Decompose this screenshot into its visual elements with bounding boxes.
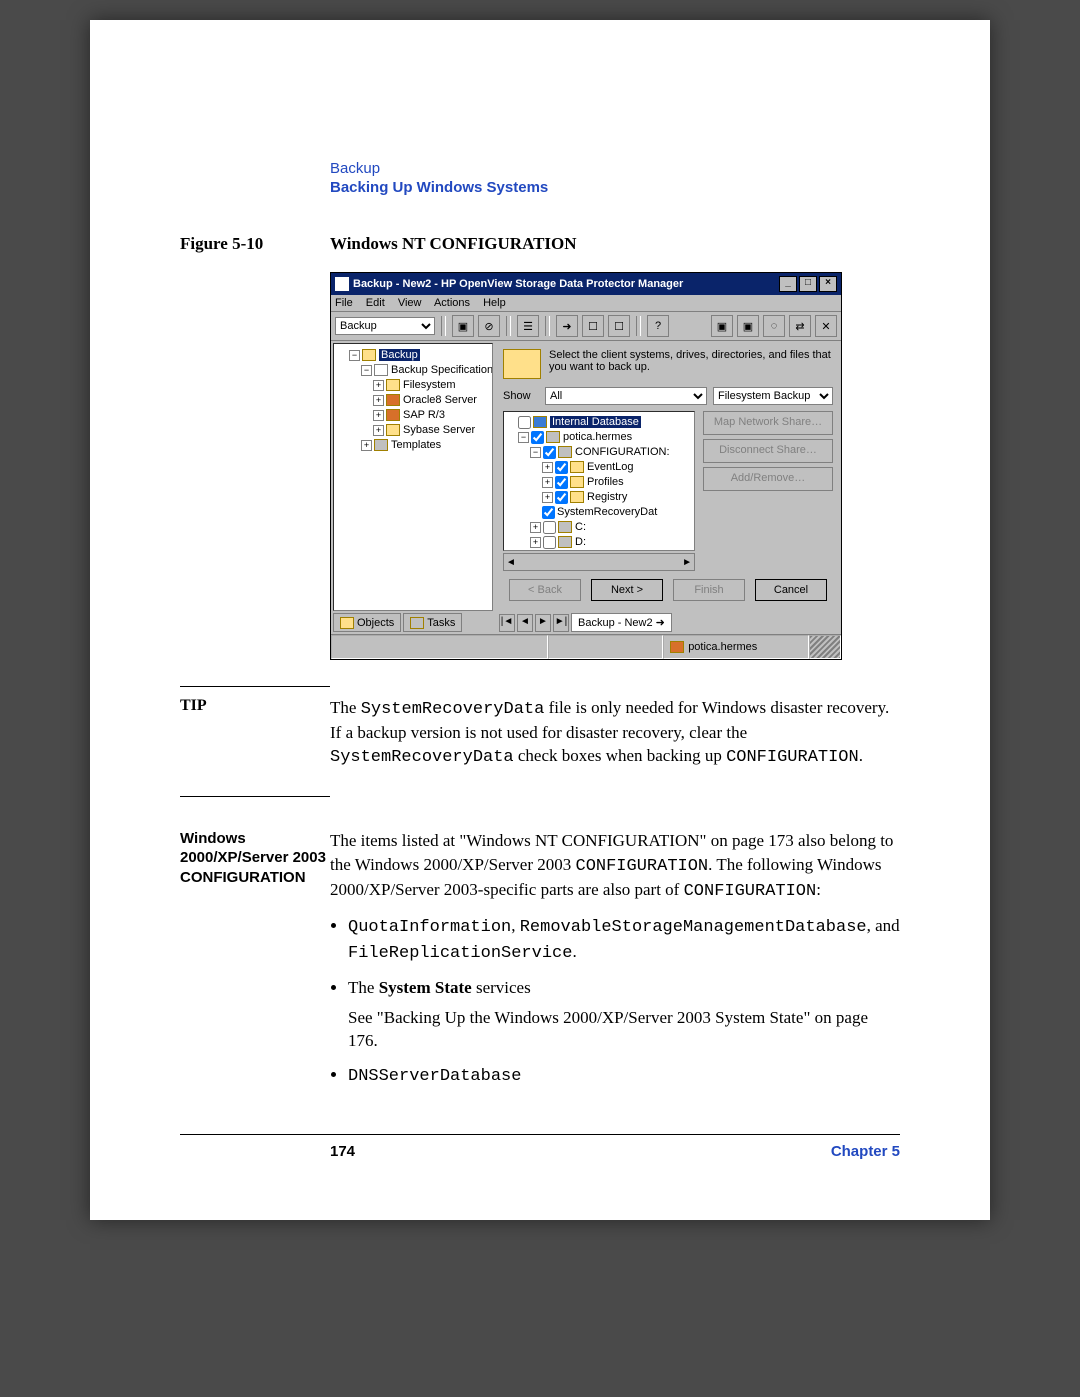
tree-item[interactable]: Sybase Server — [403, 424, 475, 436]
tree-item[interactable]: Filesystem — [403, 379, 456, 391]
help-button[interactable]: ? — [647, 315, 669, 337]
session-tab[interactable]: Backup - New2 ➜ — [571, 613, 672, 632]
src-config[interactable]: CONFIGURATION: — [575, 446, 670, 458]
map-share-button[interactable]: Map Network Share… — [703, 411, 833, 435]
host-icon — [670, 641, 684, 653]
right-pane: Select the client systems, drives, direc… — [497, 343, 839, 611]
nav-next[interactable]: ► — [535, 614, 551, 632]
menu-edit[interactable]: Edit — [366, 297, 385, 309]
statusbar: potica.hermes — [331, 634, 841, 659]
toolbar-button[interactable]: ☰ — [517, 315, 539, 337]
app-icon — [335, 277, 349, 291]
section-label: Windows 2000/XP/Server 2003 CONFIGURATIO… — [180, 829, 330, 1099]
source-tree[interactable]: Internal Database −potica.hermes −CONFIG… — [503, 411, 695, 551]
tree-templates[interactable]: Templates — [391, 439, 441, 451]
toolbar-button[interactable]: ▣ — [711, 315, 733, 337]
menu-actions[interactable]: Actions — [434, 297, 470, 309]
backup-type-select[interactable]: Filesystem Backup — [713, 387, 833, 405]
cancel-button[interactable]: Cancel — [755, 579, 827, 601]
tip-label: TIP — [180, 697, 330, 770]
app-window: Backup - New2 - HP OpenView Storage Data… — [330, 272, 842, 660]
toolbar-button[interactable]: ◌ — [763, 315, 785, 337]
src-root[interactable]: Internal Database — [550, 416, 641, 428]
toolbar-button[interactable]: ➜ — [556, 315, 578, 337]
back-button: < Back — [509, 579, 581, 601]
show-label: Show — [503, 390, 539, 402]
tree-item[interactable]: SAP R/3 — [403, 409, 445, 421]
next-button[interactable]: Next > — [591, 579, 663, 601]
instruction-text: Select the client systems, drives, direc… — [549, 349, 833, 379]
toolbar-button[interactable]: ✕ — [815, 315, 837, 337]
list-item: QuotaInformation, RemovableStorageManage… — [348, 914, 900, 966]
objects-icon — [340, 617, 354, 629]
figure-title: Windows NT CONFIGURATION — [330, 234, 577, 254]
page-number: 174 — [330, 1143, 355, 1160]
status-host: potica.hermes — [688, 641, 757, 653]
disconnect-share-button[interactable]: Disconnect Share… — [703, 439, 833, 463]
toolbar-button[interactable]: ▣ — [737, 315, 759, 337]
divider — [180, 796, 330, 797]
header-line1: Backup — [330, 160, 900, 177]
tree-item[interactable]: Oracle8 Server — [403, 394, 477, 406]
resize-grip[interactable] — [809, 635, 841, 659]
menubar: File Edit View Actions Help — [331, 295, 841, 312]
divider — [180, 686, 330, 687]
minimize-button[interactable]: _ — [779, 276, 797, 292]
figure-label: Figure 5-10 — [180, 234, 330, 254]
toolbar: Backup ▣ ⊘ ☰ ➜ ☐ ☐ ? ▣ ▣ ◌ ⇄ ✕ — [331, 312, 841, 341]
src-host[interactable]: potica.hermes — [563, 431, 632, 443]
drive-d[interactable]: D: — [575, 536, 586, 548]
folder-big-icon — [503, 349, 541, 379]
tab-tasks[interactable]: Tasks — [403, 613, 462, 632]
tree-root[interactable]: Backup — [379, 349, 420, 361]
src-item[interactable]: Registry — [587, 491, 627, 503]
tab-objects[interactable]: Objects — [333, 613, 401, 632]
menu-file[interactable]: File — [335, 297, 353, 309]
page-footer: 174 Chapter 5 — [180, 1134, 900, 1160]
toolbar-button[interactable]: ☐ — [582, 315, 604, 337]
nav-first[interactable]: |◄ — [499, 614, 515, 632]
src-item[interactable]: EventLog — [587, 461, 633, 473]
show-select[interactable]: All — [545, 387, 707, 405]
src-item[interactable]: Profiles — [587, 476, 624, 488]
toolbar-button[interactable]: ⇄ — [789, 315, 811, 337]
toolbar-button[interactable]: ⊘ — [478, 315, 500, 337]
tasks-icon — [410, 617, 424, 629]
toolbar-button[interactable]: ▣ — [452, 315, 474, 337]
arrow-icon: ➜ — [656, 616, 665, 629]
nav-prev[interactable]: ◄ — [517, 614, 533, 632]
maximize-button[interactable]: □ — [799, 276, 817, 292]
list-item: The System State services See "Backing U… — [348, 976, 900, 1053]
menu-view[interactable]: View — [398, 297, 422, 309]
running-header: Backup Backing Up Windows Systems — [330, 160, 900, 196]
close-button[interactable]: × — [819, 276, 837, 292]
src-item[interactable]: SystemRecoveryDat — [557, 506, 657, 518]
tree-spec[interactable]: Backup Specifications — [391, 364, 493, 376]
window-title: Backup - New2 - HP OpenView Storage Data… — [353, 278, 777, 290]
header-line2: Backing Up Windows Systems — [330, 179, 900, 196]
list-item: DNSServerDatabase — [348, 1063, 900, 1089]
titlebar: Backup - New2 - HP OpenView Storage Data… — [331, 273, 841, 295]
context-select[interactable]: Backup — [335, 317, 435, 335]
section-body: The items listed at "Windows NT CONFIGUR… — [330, 829, 900, 1099]
add-remove-button[interactable]: Add/Remove… — [703, 467, 833, 491]
horizontal-scrollbar[interactable]: ◄► — [503, 553, 695, 571]
finish-button: Finish — [673, 579, 745, 601]
tip-body: The SystemRecoveryData file is only need… — [330, 697, 900, 770]
menu-help[interactable]: Help — [483, 297, 506, 309]
toolbar-button[interactable]: ☐ — [608, 315, 630, 337]
scope-tree[interactable]: −Backup −Backup Specifications +Filesyst… — [333, 343, 493, 611]
nav-last[interactable]: ►| — [553, 614, 569, 632]
chapter-ref: Chapter 5 — [831, 1143, 900, 1160]
drive-c[interactable]: C: — [575, 521, 586, 533]
